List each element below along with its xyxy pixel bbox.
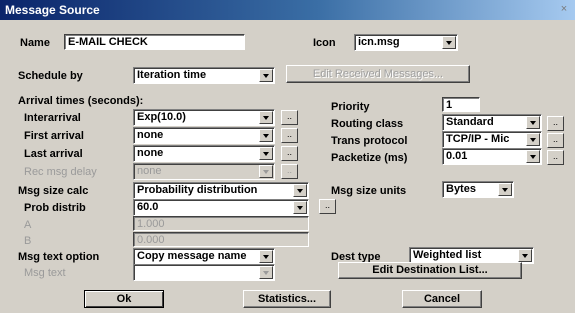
rec-msg-delay-label: Rec msg delay: [24, 166, 97, 178]
param-a-field: 1.000: [133, 216, 309, 231]
msg-text-label: Msg text: [24, 267, 66, 279]
dest-type-select-value: Weighted list: [413, 249, 482, 261]
chevron-down-icon[interactable]: [526, 116, 540, 129]
chevron-down-icon[interactable]: [259, 250, 273, 263]
msg-size-calc-label: Msg size calc: [18, 185, 89, 197]
packetize-select[interactable]: 0.01: [442, 148, 542, 165]
param-b-label: B: [24, 235, 32, 247]
close-icon[interactable]: ×: [557, 2, 571, 16]
title-bar[interactable]: Message Source ×: [0, 0, 575, 20]
schedule-select[interactable]: Iteration time: [133, 67, 275, 84]
chevron-down-icon[interactable]: [526, 150, 540, 163]
routing-class-label: Routing class: [331, 118, 404, 130]
rec-msg-delay-more-button: ..: [281, 164, 298, 179]
routing-class-more-button[interactable]: ..: [547, 116, 564, 131]
chevron-down-icon[interactable]: [259, 129, 273, 142]
cancel-button[interactable]: Cancel: [402, 290, 482, 308]
last-arrival-more-button[interactable]: ..: [281, 146, 298, 161]
chevron-down-icon[interactable]: [259, 69, 273, 82]
packetize-more-button[interactable]: ..: [547, 150, 564, 165]
trans-protocol-select-value: TCP/IP - Mic: [446, 133, 510, 145]
chevron-down-icon[interactable]: [259, 111, 273, 124]
first-arrival-more-button[interactable]: ..: [281, 128, 298, 143]
msg-text-option-select-value: Copy message name: [137, 250, 247, 262]
chevron-down-icon[interactable]: [442, 36, 456, 49]
window-title: Message Source: [5, 3, 100, 17]
prob-distrib-select-value: 60.0: [137, 201, 159, 213]
interarrival-select[interactable]: Exp(10.0): [133, 109, 275, 126]
prob-distrib-label: Prob distrib: [24, 202, 86, 214]
interarrival-label: Interarrival: [24, 112, 81, 124]
msg-text-select: [133, 264, 275, 281]
chevron-down-icon: [259, 266, 273, 279]
last-arrival-select[interactable]: none: [133, 145, 275, 162]
trans-protocol-select[interactable]: TCP/IP - Mic: [442, 131, 542, 148]
chevron-down-icon[interactable]: [259, 147, 273, 160]
first-arrival-label: First arrival: [24, 130, 84, 142]
rec-msg-delay-select-value: none: [137, 165, 162, 177]
param-a-label: A: [24, 219, 32, 231]
prob-distrib-select[interactable]: 60.0: [133, 199, 309, 216]
trans-protocol-more-button[interactable]: ..: [547, 133, 564, 148]
edit-destination-list-button[interactable]: Edit Destination List...: [338, 262, 522, 279]
routing-class-select-value: Standard: [446, 116, 494, 128]
trans-protocol-label: Trans protocol: [331, 135, 408, 147]
first-arrival-select-value: none: [137, 129, 164, 141]
prob-distrib-more-button[interactable]: ..: [319, 199, 336, 214]
statistics-button[interactable]: Statistics...: [243, 290, 331, 308]
last-arrival-select-value: none: [137, 147, 164, 159]
msg-size-units-select[interactable]: Bytes: [442, 181, 514, 198]
rec-msg-delay-select: none: [133, 163, 275, 180]
name-field[interactable]: E-MAIL CHECK: [64, 34, 245, 50]
msg-text-option-label: Msg text option: [18, 251, 100, 263]
edit-received-messages-button: Edit Received Messages...: [286, 65, 470, 83]
chevron-down-icon[interactable]: [293, 201, 307, 214]
first-arrival-select[interactable]: none: [133, 127, 275, 144]
msg-size-units-label: Msg size units: [331, 185, 407, 197]
icon-select[interactable]: icn.msg: [354, 34, 458, 51]
icon-label: Icon: [313, 37, 336, 49]
chevron-down-icon[interactable]: [293, 184, 307, 197]
msg-size-calc-select[interactable]: Probability distribution: [133, 182, 309, 199]
msg-size-units-select-value: Bytes: [446, 183, 476, 195]
icon-select-value: icn.msg: [358, 36, 400, 48]
chevron-down-icon[interactable]: [518, 249, 532, 262]
chevron-down-icon[interactable]: [498, 183, 512, 196]
routing-class-select[interactable]: Standard: [442, 114, 542, 131]
param-b-field: 0.000: [133, 232, 309, 247]
schedule-select-value: Iteration time: [137, 69, 207, 81]
priority-field[interactable]: 1: [442, 97, 480, 112]
interarrival-more-button[interactable]: ..: [281, 110, 298, 125]
chevron-down-icon: [259, 165, 273, 178]
msg-size-calc-select-value: Probability distribution: [137, 184, 258, 196]
interarrival-select-value: Exp(10.0): [137, 111, 186, 123]
msg-text-option-select[interactable]: Copy message name: [133, 248, 275, 265]
ok-button[interactable]: Ok: [84, 290, 164, 308]
arrival-times-heading: Arrival times (seconds):: [18, 95, 144, 107]
packetize-select-value: 0.01: [446, 150, 468, 162]
packetize-label: Packetize (ms): [331, 152, 408, 164]
name-label: Name: [20, 37, 50, 49]
priority-label: Priority: [331, 101, 370, 113]
chevron-down-icon[interactable]: [526, 133, 540, 146]
schedule-label: Schedule by: [18, 70, 83, 82]
last-arrival-label: Last arrival: [24, 148, 83, 160]
